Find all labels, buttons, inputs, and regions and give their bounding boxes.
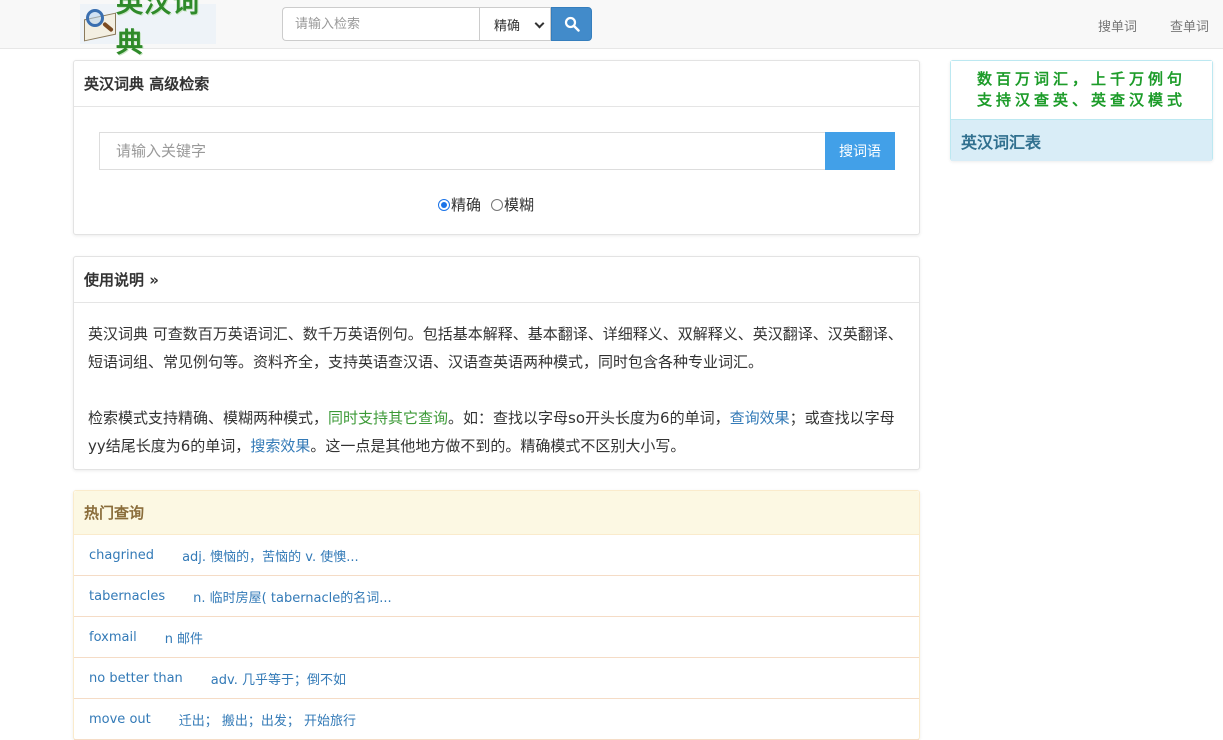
radio-fuzzy-label[interactable]: 模糊 <box>504 194 534 215</box>
nav-link-search-word[interactable]: 搜单词 <box>1098 16 1137 35</box>
hot-definition[interactable]: adv. 几乎等于；倒不如 <box>211 669 346 688</box>
site-logo[interactable]: 英汉词典 <box>80 0 216 59</box>
search-icon <box>564 16 580 32</box>
nav-mode-selected: 精确 <box>494 18 521 34</box>
other-queries-text: 同时支持其它查询 <box>328 409 449 427</box>
usage-text: 。这一点是其他地方做不到的。精确模式不区别大小写。 <box>310 437 686 455</box>
banner-line-1: 数百万词汇，上千万例句 <box>976 70 1186 88</box>
dictionary-magnifier-icon <box>82 6 116 42</box>
list-item[interactable]: no better than adv. 几乎等于；倒不如 <box>74 658 919 699</box>
radio-exact-label[interactable]: 精确 <box>451 194 481 215</box>
advanced-search-title: 英汉词典 高级检索 <box>74 61 919 107</box>
usage-text: 检索模式支持精确、模糊两种模式， <box>88 409 329 427</box>
nav-search-input[interactable] <box>282 7 479 41</box>
logo-text: 英汉词典 <box>115 0 200 59</box>
hot-word[interactable]: no better than <box>89 671 183 686</box>
match-mode-radios: 精确 模糊 <box>438 194 544 215</box>
vocabulary-list-title[interactable]: 英汉词汇表 <box>951 119 1212 161</box>
hot-definition[interactable]: n. 临时房屋( tabernacle的名词... <box>193 587 392 606</box>
nav-search-group: 精确 <box>282 7 592 41</box>
list-item[interactable]: foxmail n 邮件 <box>74 617 919 658</box>
advanced-search-row: 搜词语 <box>99 132 895 170</box>
usage-panel: 使用说明 » 英汉词典 可查数百万英语词汇、数千万英语例句。包括基本解释、基本翻… <box>73 256 920 470</box>
hot-word[interactable]: chagrined <box>89 548 154 563</box>
usage-paragraph-2: 检索模式支持精确、模糊两种模式，同时支持其它查询。如：查找以字母so开头长度为6… <box>88 404 905 460</box>
keyword-input[interactable] <box>99 132 825 170</box>
search-words-button[interactable]: 搜词语 <box>825 132 895 170</box>
chevron-down-icon <box>534 18 545 29</box>
search-result-link[interactable]: 搜索效果 <box>250 437 310 455</box>
sidebar-panel: 数百万词汇，上千万例句 支持汉查英、英查汉模式 英汉词汇表 <box>950 60 1213 161</box>
sidebar-banner[interactable]: 数百万词汇，上千万例句 支持汉查英、英查汉模式 <box>951 61 1212 119</box>
hot-definition[interactable]: n 邮件 <box>165 628 203 647</box>
usage-text: 。如：查找以字母so开头长度为6的单词， <box>448 409 730 427</box>
hot-definition[interactable]: adj. 懊恼的，苦恼的 v. 使懊... <box>182 546 359 565</box>
usage-paragraph-1: 英汉词典 可查数百万英语词汇、数千万英语例句。包括基本解释、基本翻译、详细释义、… <box>88 325 903 371</box>
advanced-search-panel: 英汉词典 高级检索 搜词语 精确 模糊 <box>73 60 920 235</box>
nav-link-lookup-word[interactable]: 查单词 <box>1170 16 1209 35</box>
top-navbar: 英汉词典 精确 搜单词 查单词 <box>0 0 1223 59</box>
usage-body: 英汉词典 可查数百万英语词汇、数千万英语例句。包括基本解释、基本翻译、详细释义、… <box>74 303 919 460</box>
list-item[interactable]: chagrined adj. 懊恼的，苦恼的 v. 使懊... <box>74 535 919 576</box>
banner-line-2: 支持汉查英、英查汉模式 <box>976 91 1186 109</box>
hot-queries-title: 热门查询 <box>74 491 919 535</box>
list-item[interactable]: tabernacles n. 临时房屋( tabernacle的名词... <box>74 576 919 617</box>
hot-queries-panel: 热门查询 chagrined adj. 懊恼的，苦恼的 v. 使懊... tab… <box>73 490 920 740</box>
radio-fuzzy[interactable] <box>491 198 504 211</box>
hot-word[interactable]: tabernacles <box>89 589 165 604</box>
nav-mode-select[interactable]: 精确 <box>479 7 551 41</box>
query-result-link[interactable]: 查询效果 <box>730 409 790 427</box>
radio-exact[interactable] <box>438 198 450 211</box>
usage-title[interactable]: 使用说明 » <box>74 257 919 303</box>
hot-word[interactable]: move out <box>89 712 151 727</box>
nav-search-button[interactable] <box>551 7 592 41</box>
hot-definition[interactable]: 迁出； 搬出；出发； 开始旅行 <box>179 710 356 729</box>
list-item[interactable]: move out 迁出； 搬出；出发； 开始旅行 <box>74 699 919 740</box>
hot-word[interactable]: foxmail <box>89 630 137 645</box>
